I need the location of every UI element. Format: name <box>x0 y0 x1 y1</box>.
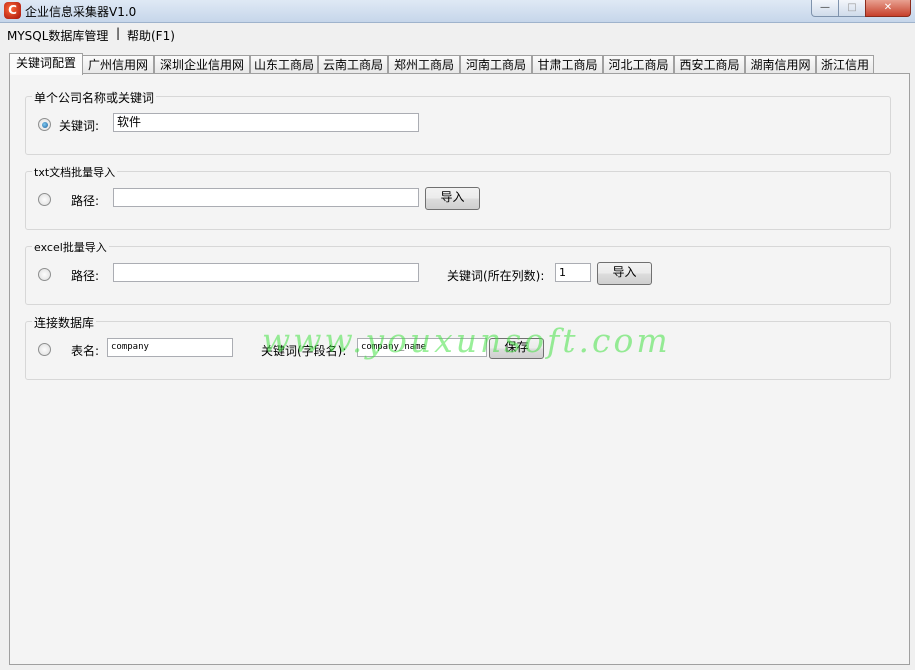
menu-mysql-db-manage[interactable]: MYSQL数据库管理 <box>7 27 108 44</box>
db-connect-group-title: 连接数据库 <box>32 314 97 331</box>
tab-yunnan-aic[interactable]: 云南工商局 <box>318 55 388 74</box>
title-bar: C 企业信息采集器V1.0 — □ ✕ <box>0 0 915 23</box>
keyword-label: 关键词: <box>59 119 100 133</box>
excel-import-button[interactable]: 导入 <box>597 262 652 285</box>
db-connect-radio[interactable] <box>38 343 51 356</box>
close-button[interactable]: ✕ <box>865 0 911 17</box>
table-name-input[interactable]: company <box>107 338 233 357</box>
single-keyword-group-title: 单个公司名称或关键词 <box>32 89 157 106</box>
tab-gansu-aic[interactable]: 甘肃工商局 <box>532 55 603 74</box>
excel-import-group-title: excel批量导入 <box>32 239 109 255</box>
keyword-config-panel: 单个公司名称或关键词 关键词: 软件 txt文档批量导入 路径: 导入 exce… <box>9 73 910 665</box>
txt-path-label: 路径: <box>71 194 100 208</box>
txt-import-radio[interactable] <box>38 193 51 206</box>
tab-hebei-aic[interactable]: 河北工商局 <box>603 55 674 74</box>
txt-path-input[interactable] <box>113 188 419 207</box>
maximize-button[interactable]: □ <box>838 0 866 17</box>
tab-zhengzhou-aic[interactable]: 郑州工商局 <box>388 55 460 74</box>
excel-path-input[interactable] <box>113 263 419 282</box>
tab-guangzhou-credit[interactable]: 广州信用网 <box>82 55 154 74</box>
tab-shenzhen-credit[interactable]: 深圳企业信用网 <box>154 55 250 74</box>
txt-import-group: txt文档批量导入 路径: 导入 <box>25 164 891 230</box>
excel-import-radio[interactable] <box>38 268 51 281</box>
single-keyword-radio[interactable] <box>38 118 51 131</box>
keyword-input[interactable]: 软件 <box>113 113 419 132</box>
excel-path-label: 路径: <box>71 269 100 283</box>
tab-zhejiang-credit[interactable]: 浙江信用 <box>816 55 874 74</box>
window-title: 企业信息采集器V1.0 <box>25 5 137 19</box>
excel-import-group: excel批量导入 路径: 关键词(所在列数): 1 导入 <box>25 239 891 305</box>
txt-import-group-title: txt文档批量导入 <box>32 164 118 180</box>
excel-column-input[interactable]: 1 <box>555 263 591 282</box>
save-button[interactable]: 保存 <box>489 338 544 359</box>
menu-help[interactable]: 帮助(F1) <box>127 27 175 44</box>
db-connect-group: 连接数据库 表名: company 关键词(字段名): company_name… <box>25 314 891 380</box>
tab-xian-aic[interactable]: 西安工商局 <box>674 55 745 74</box>
tab-shandong-aic[interactable]: 山东工商局 <box>250 55 318 74</box>
tab-henan-aic[interactable]: 河南工商局 <box>460 55 532 74</box>
menu-separator: | <box>116 26 121 40</box>
tab-keyword-config[interactable]: 关键词配置 <box>9 53 83 75</box>
txt-import-button[interactable]: 导入 <box>425 187 480 210</box>
menu-bar: MYSQL数据库管理 | 帮助(F1) <box>0 23 915 45</box>
app-logo-icon: C <box>4 2 21 19</box>
table-name-label: 表名: <box>71 344 100 358</box>
single-keyword-group: 单个公司名称或关键词 关键词: 软件 <box>25 89 891 155</box>
tab-hunan-credit[interactable]: 湖南信用网 <box>745 55 816 74</box>
field-name-input[interactable]: company_name <box>357 338 487 357</box>
excel-column-label: 关键词(所在列数): <box>447 269 545 283</box>
minimize-button[interactable]: — <box>811 0 839 17</box>
field-name-label: 关键词(字段名): <box>261 344 347 358</box>
